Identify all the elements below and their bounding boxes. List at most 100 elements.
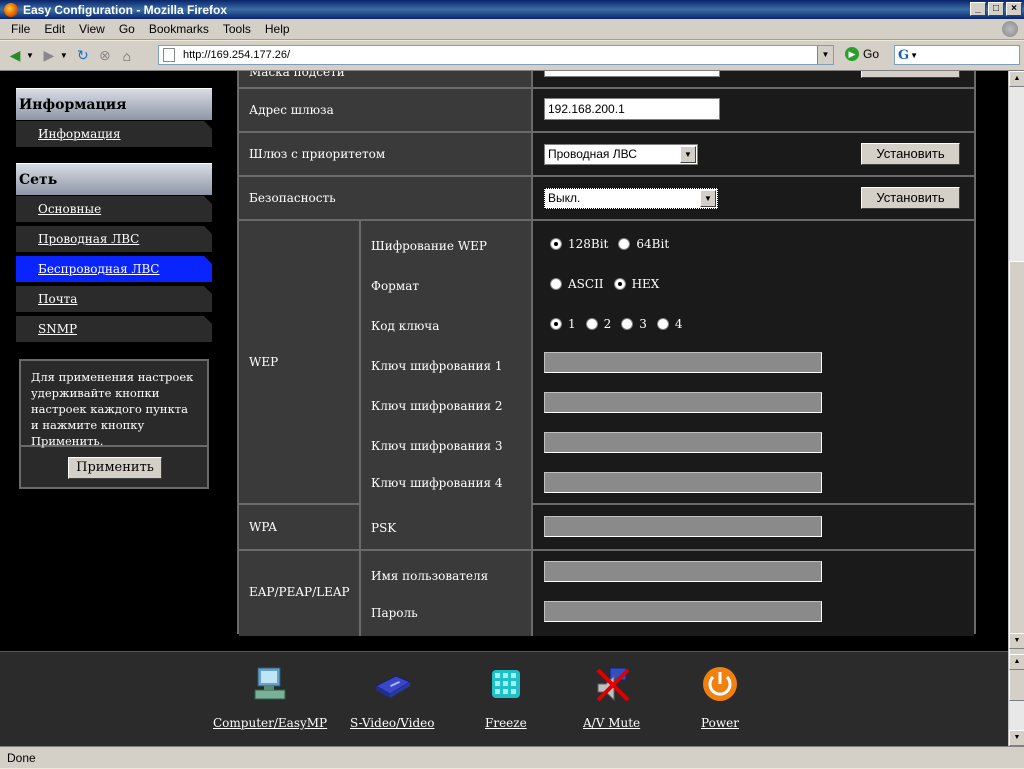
radio-64bit[interactable] bbox=[618, 238, 631, 250]
scroll-up-icon[interactable]: ▲ bbox=[1009, 654, 1024, 670]
subnet-set-button[interactable]: Установить bbox=[861, 71, 960, 78]
wpa-group: WPA PSK bbox=[239, 505, 974, 551]
stop-icon[interactable]: ⊗ bbox=[94, 45, 116, 67]
url-dropdown-icon[interactable]: ▼ bbox=[817, 46, 833, 64]
wep-encryption-radio-group: 128Bit 64Bit bbox=[550, 237, 679, 251]
wep-group: WEP Шифрование WEP 128Bit 64Bit Формат A… bbox=[239, 221, 974, 505]
url-bar[interactable]: http://169.254.177.26/ ▼ bbox=[158, 45, 834, 65]
power-icon bbox=[703, 667, 737, 701]
wep-key-1-label: Ключ шифрования 1 bbox=[371, 359, 503, 373]
radio-key-4-label: 4 bbox=[674, 317, 683, 331]
sidebar-section-info: Информация bbox=[16, 88, 212, 120]
settings-table: Маска подсети Установить Адрес шлюза 192… bbox=[237, 71, 976, 636]
wep-key-4-input[interactable] bbox=[544, 472, 822, 493]
wep-encryption-label: Шифрование WEP bbox=[371, 239, 487, 253]
menu-view[interactable]: View bbox=[72, 22, 112, 36]
vertical-scrollbar[interactable]: ▲ ▼ ▲ ▼ bbox=[1008, 71, 1024, 746]
go-label: Go bbox=[863, 47, 880, 61]
sidebar-item-info[interactable]: Информация bbox=[16, 121, 212, 147]
menu-file[interactable]: File bbox=[4, 22, 37, 36]
menu-edit[interactable]: Edit bbox=[37, 22, 72, 36]
throbber-icon bbox=[1002, 21, 1018, 37]
gateway-row: Адрес шлюза 192.168.200.1 bbox=[239, 89, 974, 133]
radio-ascii[interactable] bbox=[550, 278, 562, 290]
wep-key-1-input[interactable] bbox=[544, 352, 822, 373]
home-icon[interactable]: ⌂ bbox=[116, 45, 138, 67]
subnet-label: Маска подсети bbox=[249, 71, 345, 79]
chevron-down-icon: ▼ bbox=[700, 190, 716, 207]
security-select[interactable]: Выкл. ▼ bbox=[544, 188, 718, 209]
back-dropdown-icon[interactable]: ▼ bbox=[26, 51, 34, 60]
sidebar-item-wireless-lan[interactable]: Беспроводная ЛВС bbox=[16, 256, 212, 282]
radio-ascii-label: ASCII bbox=[568, 277, 604, 291]
radio-key-2-label: 2 bbox=[603, 317, 612, 331]
wep-format-radio-group: ASCII HEX bbox=[550, 277, 669, 291]
eap-user-input[interactable] bbox=[544, 561, 822, 582]
gateway-input[interactable]: 192.168.200.1 bbox=[544, 98, 720, 120]
wep-key-3-label: Ключ шифрования 3 bbox=[371, 439, 503, 453]
computer-easymp-button[interactable]: Computer/EasyMP bbox=[213, 664, 327, 730]
menubar: File Edit View Go Bookmarks Tools Help bbox=[0, 19, 1024, 40]
wpa-group-label: WPA bbox=[249, 520, 277, 534]
window-title: Easy Configuration - Mozilla Firefox bbox=[23, 2, 228, 17]
radio-key-2[interactable] bbox=[585, 318, 598, 330]
security-value: Выкл. bbox=[548, 191, 581, 205]
menu-go[interactable]: Go bbox=[112, 22, 142, 36]
eap-group: EAP/PEAP/LEAP Имя пользователя Пароль bbox=[239, 551, 974, 636]
reload-icon[interactable]: ↻ bbox=[72, 45, 94, 67]
url-text: http://169.254.177.26/ bbox=[183, 49, 291, 61]
search-input[interactable]: G ▼ bbox=[894, 45, 1020, 65]
power-label: Power bbox=[701, 716, 739, 730]
wep-key-2-input[interactable] bbox=[544, 392, 822, 413]
radio-128bit[interactable] bbox=[550, 238, 562, 250]
projector-control-bar: Computer/EasyMP S-Video/Video Freeze A/V… bbox=[0, 651, 1008, 746]
window-titlebar: Easy Configuration - Mozilla Firefox _ □… bbox=[0, 0, 1024, 19]
close-button[interactable]: × bbox=[1006, 2, 1022, 16]
chevron-down-icon: ▼ bbox=[680, 146, 696, 163]
menu-help[interactable]: Help bbox=[258, 22, 297, 36]
freeze-icon bbox=[491, 670, 520, 698]
minimize-button[interactable]: _ bbox=[970, 2, 986, 16]
radio-key-1[interactable] bbox=[550, 318, 562, 330]
menu-tools[interactable]: Tools bbox=[216, 22, 258, 36]
maximize-button[interactable]: □ bbox=[988, 2, 1004, 16]
svideo-video-button[interactable]: S-Video/Video bbox=[350, 664, 435, 730]
computer-icon bbox=[254, 667, 286, 700]
scroll-up-icon[interactable]: ▲ bbox=[1009, 71, 1024, 87]
sidebar-item-wired-lan[interactable]: Проводная ЛВС bbox=[16, 226, 212, 252]
go-button[interactable]: ▶ Go bbox=[845, 47, 879, 61]
radio-hex-label: HEX bbox=[631, 277, 660, 291]
sidebar-item-mail[interactable]: Почта bbox=[16, 286, 212, 312]
psk-input[interactable] bbox=[544, 516, 822, 537]
forward-arrow-icon[interactable]: ▶ bbox=[38, 45, 60, 67]
sidebar-item-basic[interactable]: Основные bbox=[16, 196, 212, 222]
radio-hex[interactable] bbox=[613, 278, 626, 290]
back-arrow-icon[interactable]: ◀ bbox=[4, 45, 26, 67]
priority-gateway-set-button[interactable]: Установить bbox=[861, 143, 960, 165]
eap-password-input[interactable] bbox=[544, 601, 822, 622]
security-set-button[interactable]: Установить bbox=[861, 187, 960, 209]
radio-key-3[interactable] bbox=[621, 318, 634, 330]
av-mute-button[interactable]: A/V Mute bbox=[583, 664, 640, 730]
apply-button[interactable]: Применить bbox=[68, 457, 162, 479]
power-button[interactable]: Power bbox=[700, 664, 740, 730]
subnet-input[interactable] bbox=[544, 71, 720, 77]
priority-gateway-select[interactable]: Проводная ЛВС ▼ bbox=[544, 144, 698, 165]
page-content: Информация Информация Сеть Основные Пров… bbox=[0, 71, 1008, 746]
search-engine-dropdown-icon[interactable]: ▼ bbox=[910, 51, 918, 60]
wep-key-3-input[interactable] bbox=[544, 432, 822, 453]
sidebar-item-snmp[interactable]: SNMP bbox=[16, 316, 212, 342]
freeze-button[interactable]: Freeze bbox=[485, 664, 527, 730]
radio-key-4[interactable] bbox=[656, 318, 669, 330]
forward-dropdown-icon[interactable]: ▼ bbox=[60, 51, 68, 60]
wep-key-4-label: Ключ шифрования 4 bbox=[371, 476, 503, 490]
wep-group-label: WEP bbox=[249, 355, 279, 369]
priority-gateway-label: Шлюз с приоритетом bbox=[249, 147, 386, 161]
scroll-down-icon[interactable]: ▼ bbox=[1009, 633, 1024, 649]
menu-bookmarks[interactable]: Bookmarks bbox=[142, 22, 216, 36]
wep-key-2-label: Ключ шифрования 2 bbox=[371, 399, 503, 413]
scroll-down-icon[interactable]: ▼ bbox=[1009, 730, 1024, 746]
psk-label: PSK bbox=[371, 521, 397, 535]
radio-key-3-label: 3 bbox=[639, 317, 647, 331]
wep-format-label: Формат bbox=[371, 279, 419, 293]
